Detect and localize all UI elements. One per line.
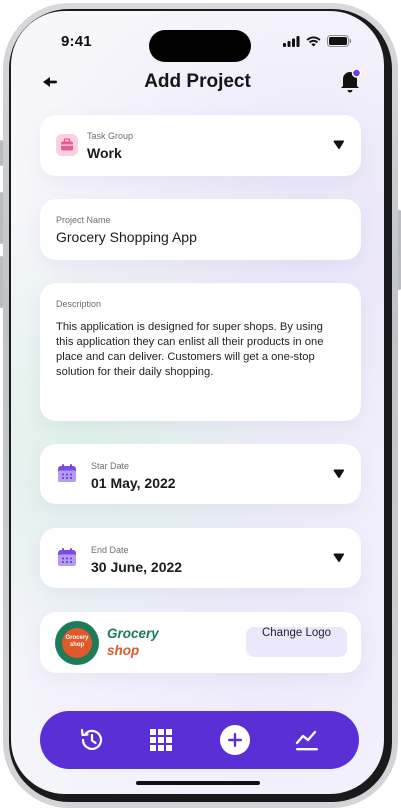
chart-icon[interactable]: [291, 724, 323, 756]
task-group-select[interactable]: Task Group Work: [40, 115, 361, 176]
project-name-label: Project Name: [56, 215, 111, 225]
grocery-logo-text: Grocery shop: [65, 635, 89, 648]
chevron-down-icon: [333, 469, 345, 479]
description-label: Description: [56, 299, 102, 309]
project-name-value: Grocery Shopping App: [56, 229, 197, 245]
grid-icon[interactable]: [145, 724, 177, 756]
notification-bell-icon[interactable]: [338, 67, 362, 95]
end-date-label: End Date: [91, 545, 129, 555]
status-icons: [283, 35, 352, 47]
task-group-icon-box: [56, 134, 78, 156]
logo-name-line1: Grocery: [107, 626, 159, 641]
status-time: 9:41: [61, 33, 92, 50]
start-date-value: 01 May, 2022: [91, 475, 176, 491]
mute-switch: [0, 140, 3, 166]
description-line: This application is designed for super s…: [56, 321, 323, 333]
task-group-value: Work: [87, 145, 122, 161]
end-date-value: 30 June, 2022: [91, 559, 183, 575]
page-title: Add Project: [144, 71, 251, 92]
change-logo-button[interactable]: Change Logo: [246, 627, 347, 657]
description-text: This application is designed for super s…: [56, 320, 356, 380]
volume-down-button: [0, 256, 3, 308]
project-name-field[interactable]: Project Name Grocery Shopping App: [40, 199, 361, 260]
description-line: solution for their daily shopping.: [56, 366, 214, 378]
volume-up-button: [0, 192, 3, 244]
logo-card: Grocery shop Grocery shop Change Logo: [40, 612, 361, 673]
signal-icon: [283, 35, 300, 47]
start-date-select[interactable]: Star Date 01 May, 2022: [40, 444, 361, 504]
start-date-label: Star Date: [91, 461, 130, 471]
calendar-icon: [58, 548, 76, 566]
description-line: this application they can enlist all the…: [56, 336, 324, 348]
wifi-icon: [306, 36, 321, 46]
app-screen: 9:41 Add Project Task Group Work Project…: [11, 11, 384, 794]
description-line: place and can deliver. Customers will ge…: [56, 351, 315, 363]
home-indicator: [136, 781, 260, 785]
header: Add Project: [11, 67, 384, 97]
bottom-nav: [40, 711, 359, 769]
description-field[interactable]: Description This application is designed…: [40, 283, 361, 421]
logo-name-line2: shop: [107, 643, 140, 658]
add-icon[interactable]: [219, 724, 251, 756]
history-icon[interactable]: [76, 724, 108, 756]
task-group-label: Task Group: [87, 131, 134, 141]
end-date-select[interactable]: End Date 30 June, 2022: [40, 528, 361, 588]
chevron-down-icon: [333, 140, 345, 150]
calendar-icon: [58, 464, 76, 482]
battery-icon: [327, 35, 352, 47]
briefcase-icon: [61, 138, 73, 151]
grocery-logo-badge: Grocery shop: [55, 621, 99, 665]
dynamic-island: [149, 30, 251, 62]
chevron-down-icon: [333, 553, 345, 563]
